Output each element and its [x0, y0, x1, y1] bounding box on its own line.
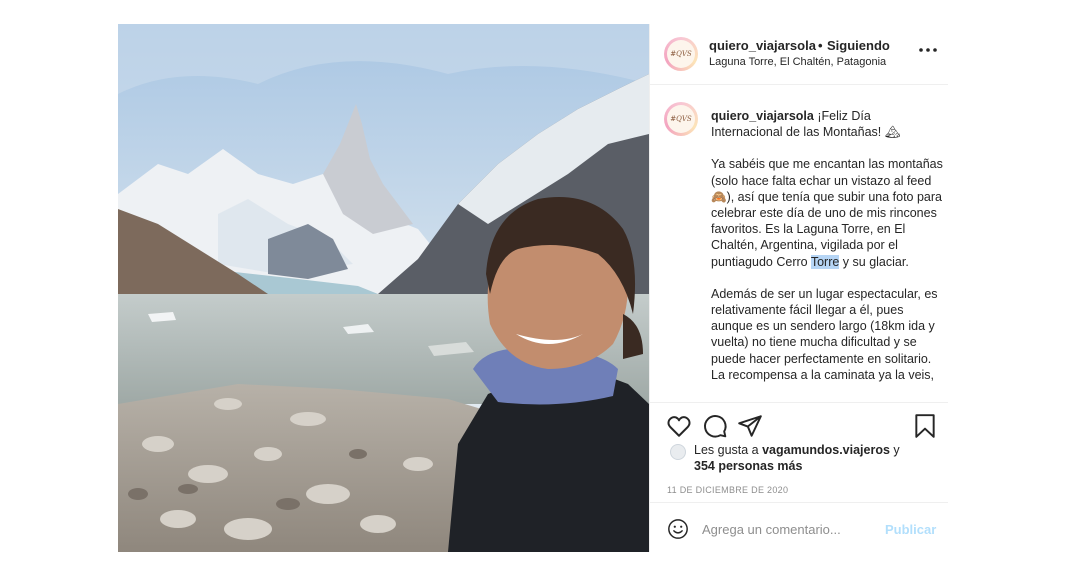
paper-plane-icon[interactable]	[737, 413, 763, 439]
likes-summary: Les gusta a vagamundos.viajeros y 354 pe…	[694, 442, 934, 474]
caption-section: #QVS quiero_viajarsola ¡Feliz Día Intern…	[650, 86, 948, 402]
highlighted-text: Torre	[810, 254, 840, 269]
post-details-panel: #QVS quiero_viajarsola • Siguiendo Lagun…	[649, 24, 948, 552]
likes-prefix: Les gusta a	[694, 443, 763, 457]
landscape-selfie-image	[118, 24, 649, 552]
likes-count-link[interactable]: 354 personas más	[694, 459, 802, 473]
post-photo[interactable]	[118, 24, 649, 552]
caption-username-link[interactable]: quiero_viajarsola	[711, 109, 814, 123]
heart-icon[interactable]	[666, 413, 692, 439]
liker-username-link[interactable]: vagamundos.viajeros	[762, 443, 890, 457]
post-comment-button[interactable]: Publicar	[885, 522, 936, 537]
following-button[interactable]: Siguiendo	[827, 38, 890, 53]
caption-paragraph-2: Ya sabéis que me encantan las montañas (…	[711, 157, 943, 269]
caption-paragraph-3: Además de ser un lugar espectacular, es …	[711, 286, 938, 382]
location-link[interactable]: Laguna Torre, El Chaltén, Patagonia	[709, 56, 886, 68]
caption-paragraph-2-end: y su glaciar.	[839, 254, 909, 269]
comment-bar: Agrega un comentario... Publicar	[650, 502, 948, 552]
post-date: 11 DE DICIEMBRE DE 2020	[667, 485, 789, 495]
separator-dot: •	[818, 38, 823, 53]
actions-section: Les gusta a vagamundos.viajeros y 354 pe…	[650, 402, 948, 510]
likes-middle: y	[889, 443, 900, 457]
bookmark-icon[interactable]	[912, 413, 938, 439]
username-link[interactable]: quiero_viajarsola	[709, 38, 816, 53]
post-header: #QVS quiero_viajarsola • Siguiendo Lagun…	[650, 24, 948, 85]
smiley-icon[interactable]	[667, 518, 689, 540]
liker-avatar[interactable]	[670, 444, 686, 460]
avatar-logo-text: #QVS	[667, 105, 695, 133]
avatar-logo-text: #QVS	[667, 40, 695, 68]
comment-input[interactable]: Agrega un comentario...	[702, 522, 841, 537]
caption-avatar[interactable]: #QVS	[664, 102, 698, 136]
avatar[interactable]: #QVS	[664, 37, 698, 71]
caption-text: quiero_viajarsola ¡Feliz Día Internacion…	[711, 108, 943, 399]
comment-icon[interactable]	[702, 413, 728, 439]
ellipsis-icon[interactable]	[918, 47, 938, 53]
